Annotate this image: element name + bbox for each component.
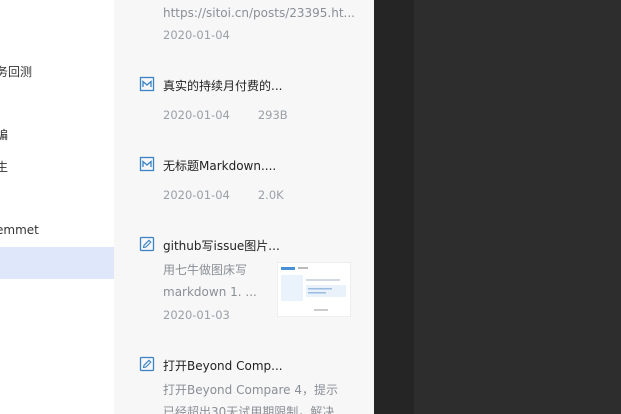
note-date: 2020-01-04 (163, 188, 230, 202)
edit-icon (139, 356, 155, 372)
sidebar: 务回测 编 生 emmet (0, 0, 114, 414)
note-meta: 2020-01-04 2.0K (163, 188, 284, 202)
markdown-icon (139, 156, 155, 172)
note-title: 真实的持续月付费的... (163, 79, 283, 93)
note-item[interactable]: 打开Beyond Comp... 打开Beyond Compare 4，提示 已… (114, 356, 374, 414)
note-snippet: https://sitoi.cn/posts/23395.ht... (163, 6, 355, 20)
note-title: 无标题Markdown.... (163, 159, 277, 173)
note-title: github写issue图片... (163, 239, 280, 253)
editor-pane[interactable] (414, 0, 621, 414)
sidebar-item-label: 务回测 (0, 64, 33, 79)
note-date: 2020-01-04 (163, 108, 230, 122)
sidebar-item-label: emmet (0, 223, 39, 237)
sidebar-item-1[interactable]: 务回测 (0, 55, 114, 87)
note-size: 293B (257, 108, 288, 122)
note-thumbnail (277, 262, 351, 317)
note-snippet-line: 打开Beyond Compare 4，提示 (163, 383, 338, 397)
thumbnail-image (278, 263, 350, 316)
note-item[interactable]: https://sitoi.cn/posts/23395.ht... 2020-… (114, 0, 374, 48)
note-snippet-line: 已经超出30天试用期限制，解决 (163, 405, 335, 414)
note-snippet-line: markdown 1. ... (163, 285, 257, 299)
note-date: 2020-01-03 (163, 308, 230, 322)
sidebar-item-active[interactable] (0, 247, 114, 279)
sidebar-item-2[interactable]: 编 (0, 118, 114, 150)
note-size: 2.0K (257, 188, 284, 202)
note-item[interactable]: 无标题Markdown.... 2020-01-04 2.0K (114, 156, 374, 217)
note-meta: 2020-01-04 293B (163, 108, 288, 122)
sidebar-item-emmet[interactable]: emmet (0, 214, 114, 246)
markdown-icon (139, 76, 155, 92)
sidebar-item-3[interactable]: 生 (0, 150, 114, 182)
note-snippet-line: 用七牛做图床写 (163, 263, 248, 277)
note-title: 打开Beyond Comp... (163, 359, 283, 373)
editor-gutter (374, 0, 414, 414)
notes-list: https://sitoi.cn/posts/23395.ht... 2020-… (114, 0, 374, 414)
edit-icon (139, 236, 155, 252)
note-date: 2020-01-04 (163, 28, 230, 42)
note-item[interactable]: 真实的持续月付费的... 2020-01-04 293B (114, 76, 374, 137)
sidebar-item-label: 编 (0, 127, 9, 142)
sidebar-item-label: 生 (0, 159, 9, 174)
